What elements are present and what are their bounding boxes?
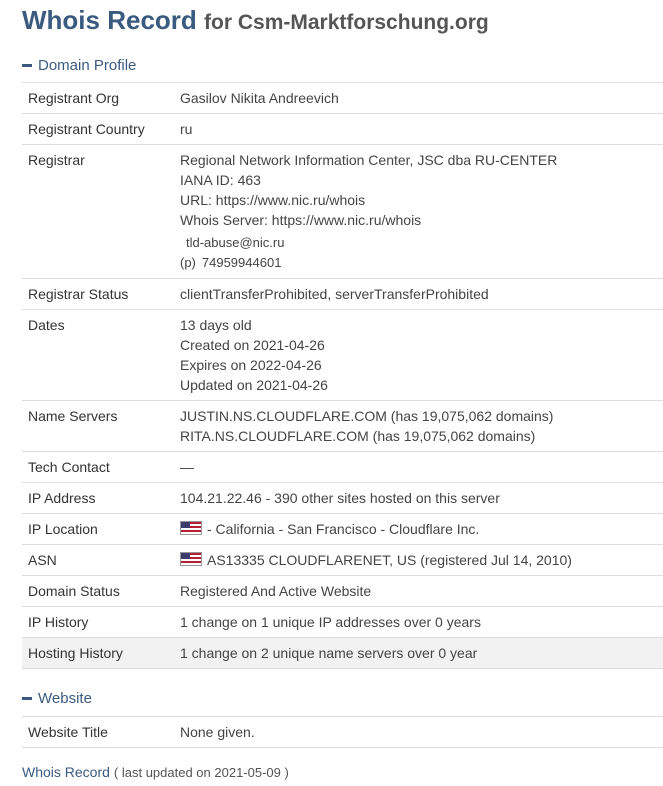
website-title-label: Website Title bbox=[28, 724, 108, 740]
row-name-servers: Name Servers JUSTIN.NS.CLOUDFLARE.COM (h… bbox=[22, 400, 663, 452]
collapse-minus-icon bbox=[22, 696, 32, 700]
domain-status-label: Domain Status bbox=[28, 583, 120, 599]
name-servers-label: Name Servers bbox=[28, 408, 118, 424]
ip-address-value: 104.21.22.46 - 390 other sites hosted on… bbox=[180, 490, 500, 506]
row-ip-history: IP History 1 change on 1 unique IP addre… bbox=[22, 606, 663, 638]
tech-contact-value: — bbox=[180, 459, 194, 475]
tech-contact-label: Tech Contact bbox=[28, 459, 110, 475]
registrar-whois-server: Whois Server: https://www.nic.ru/whois bbox=[180, 212, 422, 228]
website-heading: Website bbox=[38, 689, 92, 707]
website-title-value: None given. bbox=[180, 724, 255, 740]
row-registrant-org: Registrant Org Gasilov Nikita Andreevich bbox=[22, 82, 663, 114]
row-domain-status: Domain Status Registered And Active Webs… bbox=[22, 575, 663, 607]
updated-date: Updated on 2021-04-26 bbox=[180, 377, 328, 393]
registrar-name: Regional Network Information Center, JSC… bbox=[180, 152, 558, 168]
row-registrar-status: Registrar Status clientTransferProhibite… bbox=[22, 278, 663, 310]
asn-value: AS13335 CLOUDFLARENET, US (registered Ju… bbox=[207, 552, 572, 568]
footer: Whois Record( last updated on 2021-05-09… bbox=[22, 764, 289, 780]
name-server-1: JUSTIN.NS.CLOUDFLARE.COM (has 19,075,062… bbox=[180, 408, 554, 424]
registrar-phone: 74959944601 bbox=[201, 255, 282, 270]
website-toggle[interactable]: Website bbox=[22, 687, 92, 709]
collapse-minus-icon bbox=[22, 63, 32, 67]
page-title: Whois Record for Csm-Marktforschung.org bbox=[22, 2, 489, 41]
whois-page: Whois Record for Csm-Marktforschung.org … bbox=[0, 0, 663, 786]
row-hosting-history: Hosting History 1 change on 2 unique nam… bbox=[22, 637, 663, 669]
ip-location-label: IP Location bbox=[28, 521, 98, 537]
hosting-history-value: 1 change on 2 unique name servers over 0… bbox=[174, 637, 663, 669]
name-servers-value: JUSTIN.NS.CLOUDFLARE.COM (has 19,075,062… bbox=[174, 401, 663, 452]
ip-history-label: IP History bbox=[28, 614, 89, 630]
registrar-email: tld-abuse@nic.ru bbox=[186, 235, 285, 250]
domain-age: 13 days old bbox=[180, 317, 252, 333]
row-registrant-country: Registrant Country ru bbox=[22, 113, 663, 145]
created-date: Created on 2021-04-26 bbox=[180, 337, 325, 353]
asn-label: ASN bbox=[28, 552, 57, 568]
row-website-title: Website Title None given. bbox=[22, 716, 663, 748]
domain-status-value: Registered And Active Website bbox=[180, 583, 372, 599]
registrant-country-label: Registrant Country bbox=[28, 121, 145, 137]
registrar-status-value: clientTransferProhibited, serverTransfer… bbox=[180, 286, 489, 302]
row-tech-contact: Tech Contact — bbox=[22, 451, 663, 483]
name-server-2: RITA.NS.CLOUDFLARE.COM (has 19,075,062 d… bbox=[180, 428, 536, 444]
expires-date: Expires on 2022-04-26 bbox=[180, 357, 322, 373]
registrar-iana: IANA ID: 463 bbox=[180, 172, 261, 188]
row-registrar: Registrar Regional Network Information C… bbox=[22, 144, 663, 279]
registrar-value: Regional Network Information Center, JSC… bbox=[174, 145, 663, 279]
registrar-url: URL: https://www.nic.ru/whois bbox=[180, 192, 366, 208]
hosting-history-label: Hosting History bbox=[22, 637, 174, 669]
registrant-country-value: ru bbox=[180, 121, 193, 137]
domain-profile-table: Registrant Org Gasilov Nikita Andreevich… bbox=[22, 82, 663, 669]
ip-address-label: IP Address bbox=[28, 490, 96, 506]
domain-profile-heading: Domain Profile bbox=[38, 56, 137, 74]
dates-value: 13 days old Created on 2021-04-26 Expire… bbox=[174, 310, 663, 401]
dates-label: Dates bbox=[28, 317, 65, 333]
asn-cell: AS13335 CLOUDFLARENET, US (registered Ju… bbox=[174, 545, 663, 576]
domain-profile-toggle[interactable]: Domain Profile bbox=[22, 54, 136, 76]
website-table: Website Title None given. bbox=[22, 716, 663, 748]
row-ip-location: IP Location - California - San Francisco… bbox=[22, 513, 663, 545]
ip-location-value: - California - San Francisco - Cloudflar… bbox=[207, 521, 480, 537]
us-flag-icon bbox=[180, 521, 202, 535]
registrant-org-label: Registrant Org bbox=[28, 90, 120, 106]
ip-location-cell: - California - San Francisco - Cloudflar… bbox=[174, 514, 663, 545]
page-title-main: Whois Record bbox=[22, 5, 197, 35]
phone-prefix: (p) bbox=[180, 255, 196, 270]
registrar-status-label: Registrar Status bbox=[28, 286, 129, 302]
page-title-domain: for Csm-Marktforschung.org bbox=[204, 11, 489, 34]
whois-record-link[interactable]: Whois Record bbox=[22, 764, 110, 780]
registrar-label: Registrar bbox=[28, 152, 85, 168]
us-flag-icon bbox=[180, 552, 202, 566]
row-ip-address: IP Address 104.21.22.46 - 390 other site… bbox=[22, 482, 663, 514]
registrant-org-value: Gasilov Nikita Andreevich bbox=[180, 90, 339, 106]
row-dates: Dates 13 days old Created on 2021-04-26 … bbox=[22, 309, 663, 401]
ip-history-value: 1 change on 1 unique IP addresses over 0… bbox=[180, 614, 481, 630]
registrar-phone-line: (p) 74959944601 bbox=[180, 253, 657, 273]
row-asn: ASN AS13335 CLOUDFLARENET, US (registere… bbox=[22, 544, 663, 576]
last-updated: ( last updated on 2021-05-09 ) bbox=[113, 765, 289, 780]
